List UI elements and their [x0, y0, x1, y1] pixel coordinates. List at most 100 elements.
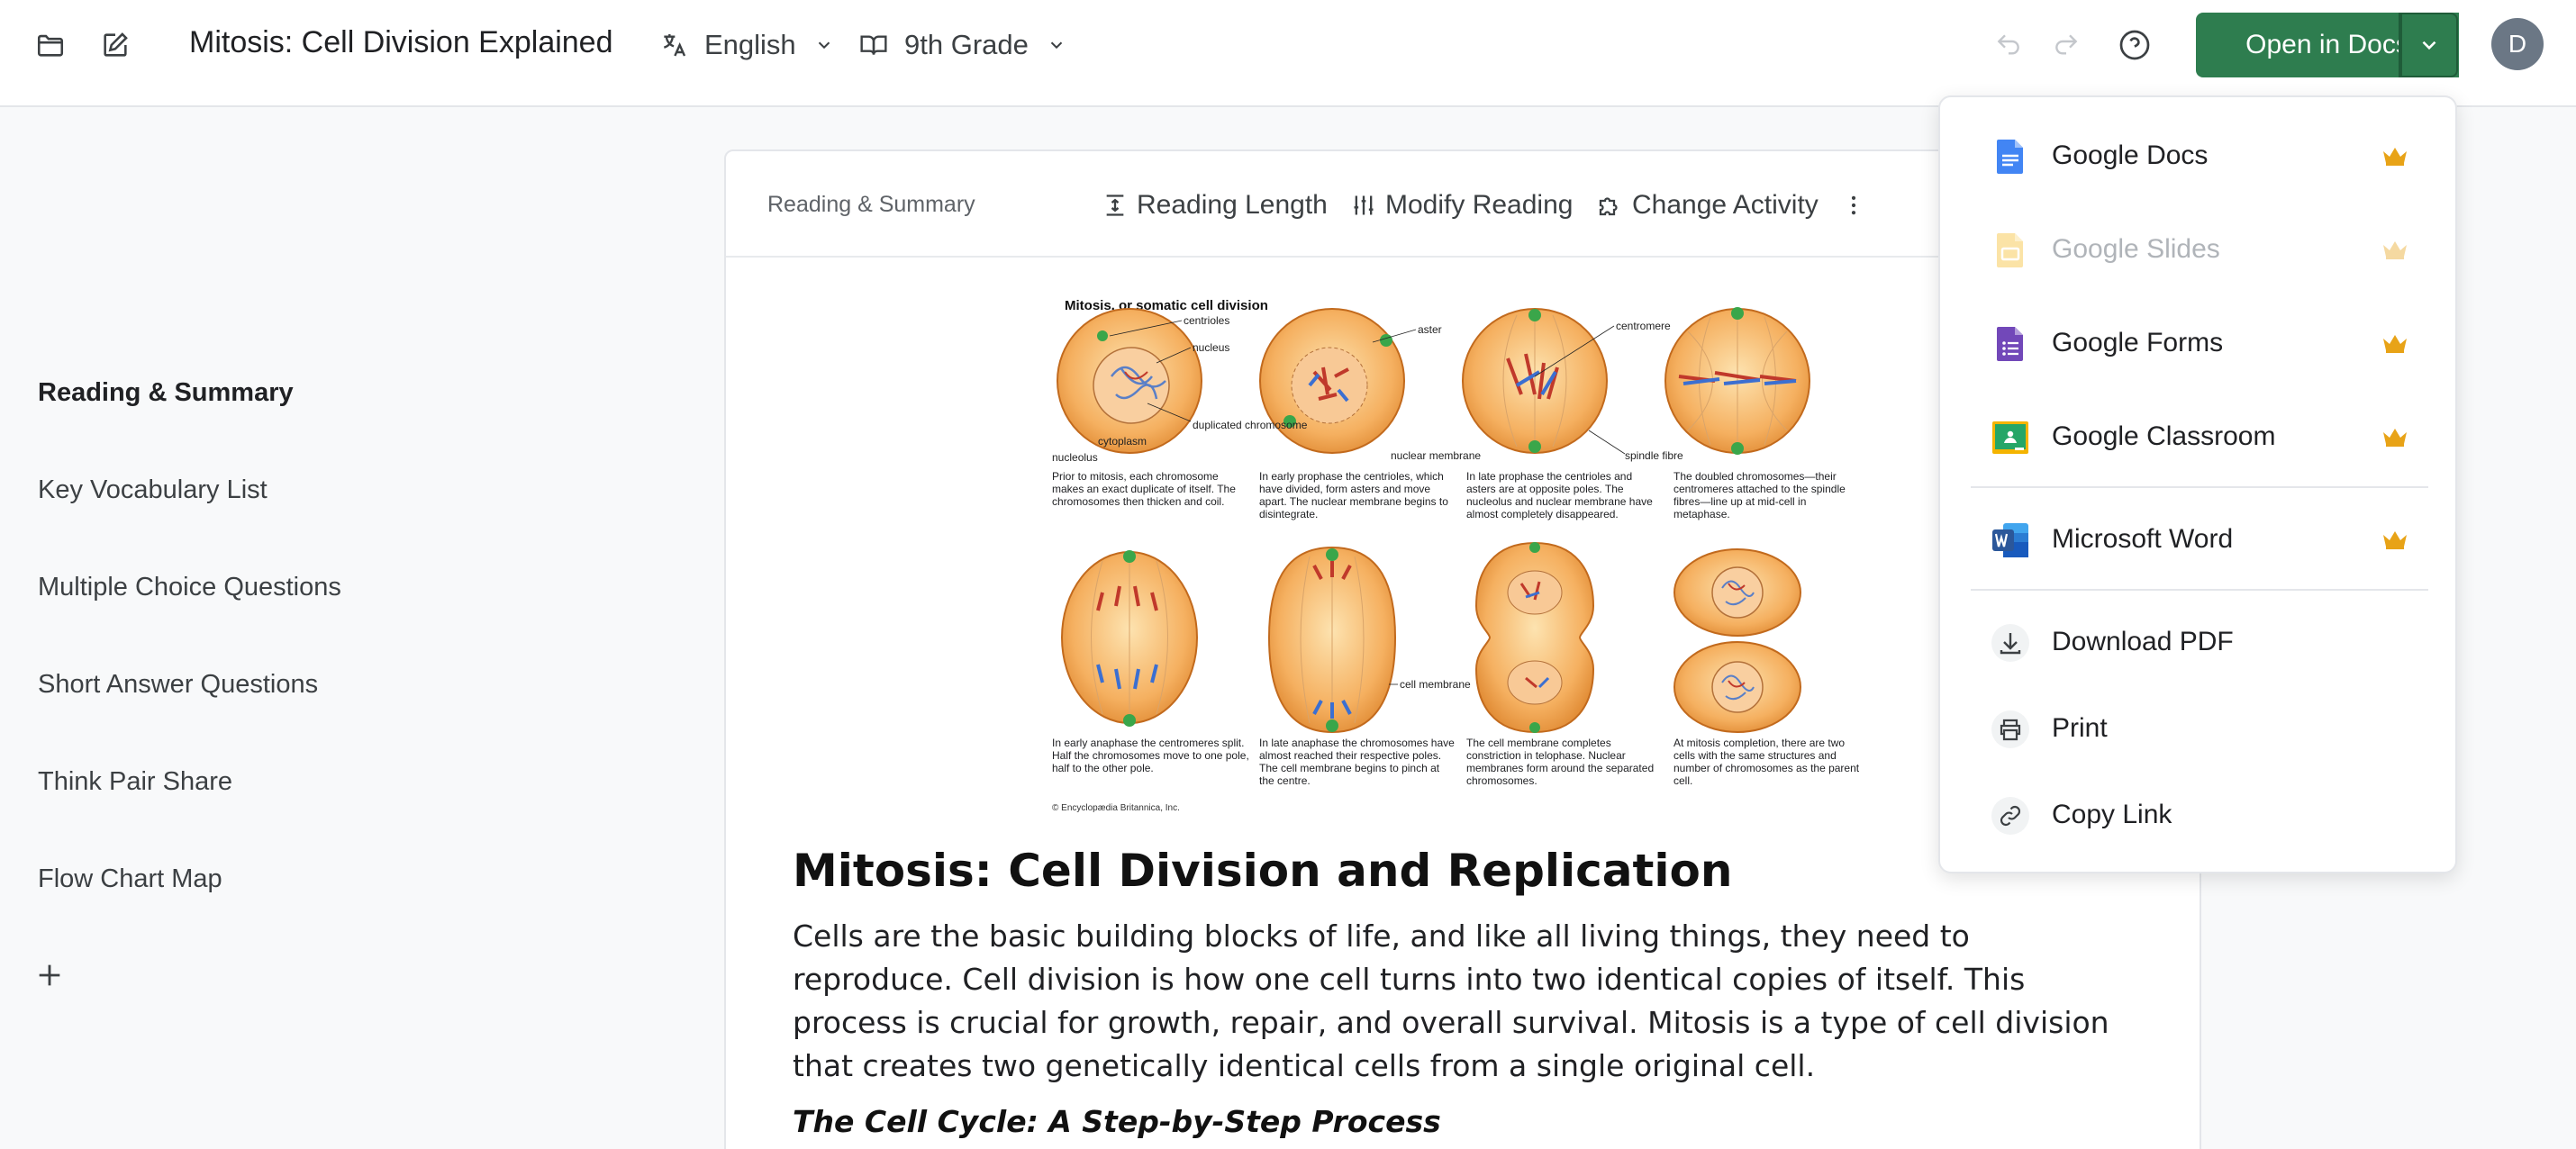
more-options-button[interactable] [1841, 187, 1866, 223]
menu-item-label: Download PDF [2052, 627, 2234, 656]
menu-item-label: Print [2052, 713, 2108, 743]
folder-icon[interactable] [32, 27, 68, 63]
top-bar: Mitosis: Cell Division Explained English… [0, 0, 2576, 107]
modify-reading-button[interactable]: Modify Reading [1351, 187, 1573, 223]
section-label: Reading & Summary [767, 192, 975, 217]
menu-item-google-docs[interactable]: Google Docs [1940, 115, 2455, 196]
label-duplicated-chromosome: duplicated chromosome [1193, 419, 1308, 431]
translate-icon [663, 34, 686, 57]
help-icon[interactable] [2117, 27, 2153, 63]
crown-icon [2383, 148, 2407, 166]
caption-late-anaphase: In late anaphase the chromosomes have al… [1259, 737, 1455, 787]
caption-telophase: The cell membrane completes constriction… [1466, 737, 1655, 787]
menu-item-google-classroom[interactable]: Google Classroom [1940, 396, 2455, 477]
reading-length-button[interactable]: Reading Length [1102, 187, 1328, 223]
interphase-cell [1057, 308, 1202, 454]
article-subheading: The Cell Cycle: A Step-by-Step Process [793, 1104, 1441, 1139]
sidebar-item-key-vocabulary[interactable]: Key Vocabulary List [38, 475, 268, 505]
printer-icon [1991, 710, 2029, 748]
avatar[interactable]: D [2491, 18, 2544, 70]
export-options-toggle[interactable] [2399, 13, 2458, 77]
menu-divider [1971, 486, 2428, 488]
label-nucleus: nucleus [1193, 341, 1229, 354]
menu-item-label: Google Docs [2052, 140, 2209, 170]
chevron-down-icon [1050, 41, 1063, 50]
crown-icon [2383, 241, 2407, 259]
crown-icon [2383, 531, 2407, 549]
menu-item-google-forms[interactable]: Google Forms [1940, 303, 2455, 384]
early-anaphase-cell [1061, 550, 1198, 727]
plus-icon [39, 964, 60, 986]
label-spindle-fibre: spindle fibre [1625, 449, 1683, 462]
menu-item-label: Microsoft Word [2052, 524, 2234, 554]
sliders-icon [1354, 195, 1374, 215]
menu-item-google-slides[interactable]: Google Slides [1940, 209, 2455, 290]
caption-interphase: Prior to mitosis, each chromosome makes … [1052, 470, 1236, 508]
language-label: English [704, 29, 796, 60]
label-cell-membrane: cell membrane [1400, 678, 1471, 691]
sidebar-item-think-pair-share[interactable]: Think Pair Share [38, 767, 232, 797]
label-centromere: centromere [1616, 320, 1671, 332]
google-classroom-icon [1992, 421, 2028, 454]
sidebar-item-short-answer[interactable]: Short Answer Questions [38, 670, 318, 700]
reading-length-label: Reading Length [1137, 190, 1328, 220]
chevron-down-icon [818, 41, 830, 50]
metaphase-cell [1664, 307, 1810, 455]
document-title[interactable]: Mitosis: Cell Division Explained [189, 25, 613, 60]
download-icon [1991, 624, 2029, 662]
language-select[interactable]: English [659, 23, 834, 67]
caption-early-prophase: In early prophase the centrioles, which … [1259, 470, 1448, 520]
microsoft-word-icon [1992, 523, 2028, 557]
link-icon [1991, 797, 2029, 835]
more-vertical-icon [1851, 195, 1856, 215]
sidebar-item-reading-summary[interactable]: Reading & Summary [38, 378, 294, 408]
menu-item-label: Google Classroom [2052, 421, 2276, 451]
sidebar-item-flow-chart-map[interactable]: Flow Chart Map [38, 864, 222, 894]
caption-early-anaphase: In early anaphase the centromeres split.… [1052, 737, 1249, 774]
late-prophase-cell [1462, 308, 1608, 454]
crown-icon [2383, 335, 2407, 353]
google-docs-icon [1997, 140, 2023, 174]
crown-icon [2383, 429, 2407, 447]
caption-metaphase: The doubled chromosomes—their centromere… [1673, 470, 1846, 520]
change-activity-button[interactable]: Change Activity [1596, 187, 1819, 223]
telophase-cell [1474, 541, 1595, 734]
menu-item-label: Google Forms [2052, 328, 2224, 357]
puzzle-icon [1599, 197, 1618, 216]
figure-credit: © Encyclopædia Britannica, Inc. [1052, 803, 1180, 813]
menu-item-print[interactable]: Print [1940, 688, 2455, 769]
label-centrioles: centrioles [1184, 314, 1229, 327]
label-nuclear-membrane: nuclear membrane [1391, 449, 1481, 462]
undo-icon[interactable] [1991, 27, 2027, 63]
menu-item-label: Copy Link [2052, 800, 2172, 829]
sidebar-item-multiple-choice[interactable]: Multiple Choice Questions [38, 573, 341, 602]
daughter-cells [1673, 548, 1801, 733]
late-anaphase-cell [1267, 546, 1397, 734]
google-forms-icon [1997, 327, 2023, 361]
menu-item-download-pdf[interactable]: Download PDF [1940, 602, 2455, 683]
change-activity-label: Change Activity [1632, 190, 1819, 220]
redo-icon[interactable] [2048, 27, 2084, 63]
grade-select[interactable]: 9th Grade [859, 23, 1066, 67]
menu-item-copy-link[interactable]: Copy Link [1940, 774, 2455, 855]
edit-icon[interactable] [97, 27, 133, 63]
mitosis-diagram: Mitosis, or somatic cell division centri… [1052, 298, 1859, 813]
early-prophase-cell [1259, 308, 1405, 454]
caption-late-prophase: In late prophase the centrioles and aste… [1466, 470, 1653, 520]
height-adjust-icon [1106, 195, 1124, 216]
add-section-button[interactable] [34, 960, 65, 991]
figure-title: Mitosis, or somatic cell division [1065, 298, 1268, 313]
book-icon [860, 35, 887, 55]
modify-reading-label: Modify Reading [1385, 190, 1574, 220]
article-title: Mitosis: Cell Division and Replication [793, 845, 1733, 897]
article-body: Cells are the basic building blocks of l… [793, 918, 2109, 1083]
menu-divider [1971, 589, 2428, 591]
grade-label: 9th Grade [904, 29, 1029, 60]
google-slides-icon [1997, 233, 2023, 267]
label-cytoplasm: cytoplasm [1098, 435, 1147, 448]
label-nucleolus: nucleolus [1052, 451, 1098, 464]
menu-item-label: Google Slides [2052, 234, 2220, 264]
chevron-down-icon [2422, 41, 2436, 50]
caption-completion: At mitosis completion, there are two cel… [1673, 737, 1859, 787]
menu-item-microsoft-word[interactable]: Microsoft Word [1940, 499, 2455, 580]
